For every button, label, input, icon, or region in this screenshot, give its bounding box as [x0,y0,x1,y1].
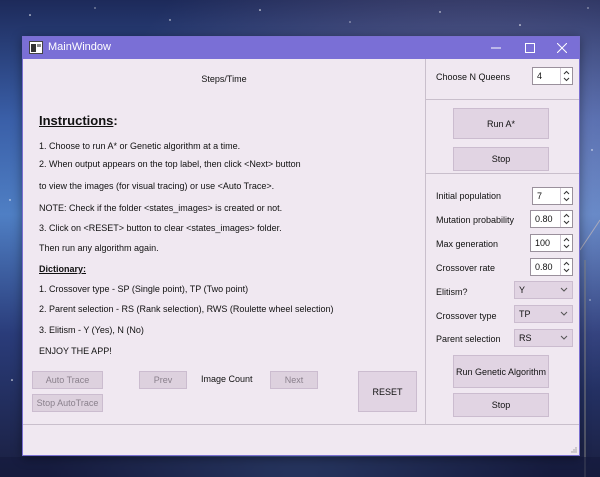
dictionary-line: 1. Crossover type - SP (Single point), T… [39,284,249,294]
elitism-select[interactable]: Y [514,281,573,299]
crossover-type-label: Crossover type [436,311,497,321]
spin-up-down-icon [563,190,570,202]
spin-up-down-icon [563,261,570,273]
stop-genetic-button[interactable]: Stop [453,393,549,417]
spin-up-down-icon [563,237,570,249]
next-button[interactable]: Next [270,371,318,389]
spin-arrows[interactable] [560,188,572,204]
spin-up-down-icon [563,70,570,82]
instruction-line: to view the images (for visual tracing) … [39,181,275,191]
max-generation-spinbox[interactable]: 100 [530,234,573,252]
instruction-line: 1. Choose to run A* or Genetic algorithm… [39,141,241,151]
minimize-icon [491,47,501,49]
chevron-down-icon [560,335,568,340]
steps-time-label: Steps/Time [201,74,247,84]
elitism-value: Y [519,285,526,295]
dictionary-heading: Dictionary: [39,264,87,274]
spin-arrows[interactable] [560,235,572,251]
stop-astar-button[interactable]: Stop [453,147,549,171]
prev-button[interactable]: Prev [139,371,187,389]
crossover-rate-label: Crossover rate [436,263,496,273]
auto-trace-button[interactable]: Auto Trace [32,371,103,389]
instruction-line: 2. When output appears on the top label,… [39,159,301,169]
instruction-line: Then run any algorithm again. [39,243,159,253]
image-count-label: Image Count [201,374,253,384]
resize-grip-icon[interactable] [569,445,577,453]
parent-selection-select[interactable]: RS [514,329,573,347]
spin-up-down-icon [563,213,570,225]
mutation-probability-value: 0.80 [535,214,553,224]
crossover-rate-spinbox[interactable]: 0.80 [530,258,573,276]
maximize-icon [525,43,535,53]
dictionary-line: 2. Parent selection - RS (Rank selection… [39,304,334,314]
queens-value: 4 [537,71,543,81]
reset-button[interactable]: RESET [358,371,417,412]
spin-arrows[interactable] [560,68,572,84]
enjoy-label: ENJOY THE APP! [39,346,112,356]
panel-divider [425,59,426,424]
close-button[interactable] [545,37,579,59]
max-generation-value: 100 [535,238,551,248]
initial-population-spinbox[interactable]: 7 [532,187,573,205]
queens-spinbox[interactable]: 4 [532,67,573,85]
mutation-probability-label: Mutation probability [436,215,515,225]
chevron-down-icon [560,287,568,292]
title-bar[interactable]: MainWindow [23,37,579,59]
maximize-button[interactable] [513,37,547,59]
crossover-type-value: TP [519,309,531,319]
chevron-down-icon [560,311,568,316]
instruction-line: 3. Click on <RESET> button to clear <sta… [39,223,282,233]
section-divider [426,99,579,100]
initial-population-label: Initial population [436,191,502,201]
main-window: MainWindow Steps/Time Instructions: 1. C… [22,36,580,456]
stop-autotrace-button[interactable]: Stop AutoTrace [32,394,103,412]
parent-selection-label: Parent selection [436,334,501,344]
elitism-label: Elitism? [436,287,468,297]
choose-queens-label: Choose N Queens [436,72,511,82]
instructions-heading: Instructions: [39,113,118,128]
dictionary-line: 3. Elitism - Y (Yes), N (No) [39,325,144,335]
crossover-type-select[interactable]: TP [514,305,573,323]
window-title: MainWindow [48,41,111,53]
initial-population-value: 7 [537,191,543,201]
section-divider [426,173,579,174]
spin-arrows[interactable] [560,259,572,275]
minimize-button[interactable] [479,37,513,59]
mutation-probability-spinbox[interactable]: 0.80 [530,210,573,228]
status-bar-divider [23,424,579,425]
run-astar-button[interactable]: Run A* [453,108,549,139]
spin-arrows[interactable] [560,211,572,227]
close-icon [557,43,567,53]
parent-selection-value: RS [519,333,532,343]
instruction-note: NOTE: Check if the folder <states_images… [39,203,283,213]
run-genetic-button[interactable]: Run Genetic Algorithm [453,355,549,388]
max-generation-label: Max generation [436,239,499,249]
crossover-rate-value: 0.80 [535,262,553,272]
app-icon [29,41,43,54]
